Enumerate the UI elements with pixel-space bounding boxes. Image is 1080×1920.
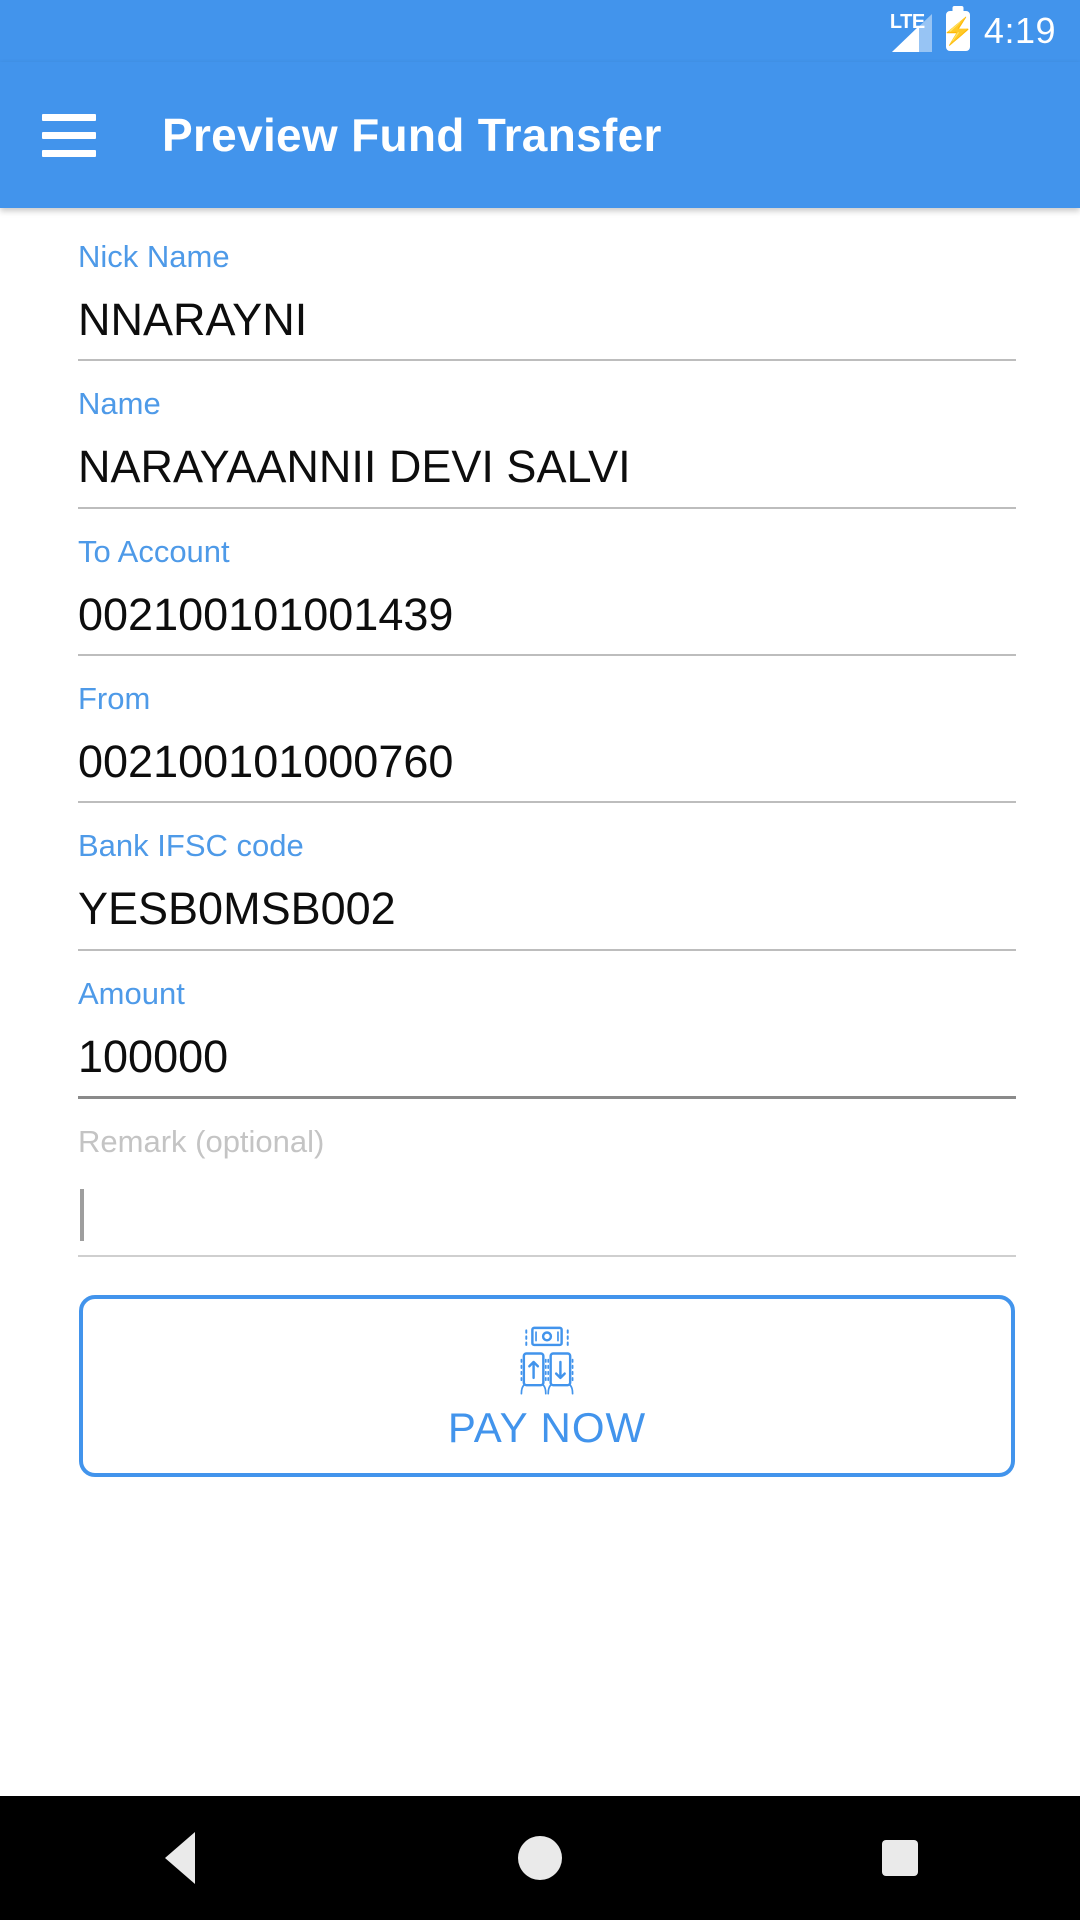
field-value-nick-name: NNARAYNI — [78, 294, 308, 346]
text-caret — [80, 1189, 84, 1242]
android-nav-bar — [0, 1796, 1080, 1920]
field-underline-from-account — [78, 801, 1016, 804]
field-to-account[interactable]: To Account 002100101001439 — [78, 533, 1016, 657]
network-status-group: LTE — [890, 10, 932, 52]
field-value-to-account: 002100101001439 — [78, 588, 454, 640]
field-underline-name — [78, 506, 1016, 509]
status-bar: LTE ⚡ 4:19 — [0, 0, 1080, 62]
field-from-account[interactable]: From 002100101000760 — [78, 681, 1016, 804]
app-bar: Preview Fund Transfer — [0, 62, 1080, 208]
recents-square-icon — [882, 1840, 918, 1876]
phone-screen: LTE ⚡ 4:19 Preview Fund Transfer Nick Na… — [0, 0, 1080, 1920]
field-label-name: Name — [78, 386, 161, 422]
field-label-to-account: To Account — [78, 533, 230, 569]
field-label-nick-name: Nick Name — [78, 239, 230, 274]
status-bar-icons: LTE ⚡ 4:19 — [890, 10, 1056, 52]
field-label-from-account: From — [78, 681, 151, 717]
clock-label: 4:19 — [983, 10, 1056, 51]
field-underline-remark — [78, 1255, 1016, 1258]
field-label-remark: Remark (optional) — [78, 1124, 325, 1160]
field-value-amount: 100000 — [78, 1030, 229, 1082]
recents-button[interactable] — [810, 1796, 990, 1920]
field-value-name: NARAYAANNII DEVI SALVI — [78, 441, 631, 493]
pay-now-button[interactable]: PAY NOW — [79, 1295, 1015, 1478]
field-nick-name[interactable]: Nick Name NNARAYNI — [78, 239, 1016, 362]
back-button[interactable] — [90, 1796, 270, 1920]
field-value-from-account: 002100101000760 — [78, 736, 454, 788]
content-spacer — [0, 1636, 1080, 1796]
form-content: Nick Name NNARAYNI Name NARAYAANNII DEVI… — [0, 208, 1080, 1637]
back-triangle-icon — [165, 1832, 195, 1884]
field-value-bank-ifsc-code: YESB0MSB002 — [78, 883, 396, 935]
remark-input[interactable] — [78, 1181, 1016, 1255]
field-underline-nick-name — [78, 359, 1016, 362]
money-transfer-icon — [520, 1326, 574, 1395]
battery-charging-icon: ⚡ — [942, 11, 974, 51]
field-underline-bank-ifsc-code — [78, 948, 1016, 951]
field-remark[interactable]: Remark (optional) — [78, 1124, 1016, 1258]
signal-triangle-icon — [891, 14, 932, 52]
hamburger-menu-icon[interactable] — [42, 104, 104, 166]
field-name[interactable]: Name NARAYAANNII DEVI SALVI — [78, 386, 1016, 509]
pay-now-label: PAY NOW — [447, 1404, 647, 1452]
page-title: Preview Fund Transfer — [162, 109, 662, 161]
field-amount[interactable]: Amount 100000 — [78, 975, 1016, 1100]
home-circle-icon — [518, 1836, 562, 1880]
pay-now-container: PAY NOW — [78, 1295, 1016, 1478]
home-button[interactable] — [450, 1796, 630, 1920]
field-underline-amount — [78, 1096, 1016, 1100]
field-bank-ifsc-code[interactable]: Bank IFSC code YESB0MSB002 — [78, 828, 1016, 951]
field-label-amount: Amount — [78, 975, 185, 1011]
field-underline-to-account — [78, 654, 1016, 657]
field-label-bank-ifsc-code: Bank IFSC code — [78, 828, 304, 864]
